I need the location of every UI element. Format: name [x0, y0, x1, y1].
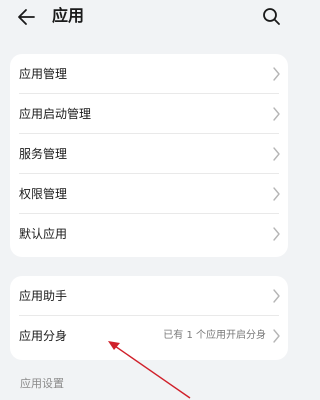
list-item-label: 应用助手 — [19, 289, 68, 303]
chevron-right-icon — [273, 329, 280, 343]
list-item-label: 应用管理 — [19, 67, 68, 81]
chevron-right-icon — [273, 289, 280, 303]
top-bar: 应用 — [0, 0, 300, 34]
list-item-app-assistant[interactable]: 应用助手 — [10, 276, 288, 316]
arrow-left-icon[interactable] — [16, 6, 38, 28]
list-item-permission-management[interactable]: 权限管理 — [10, 174, 288, 214]
search-icon[interactable] — [260, 5, 282, 27]
list-item-app-twin[interactable]: 应用分身 已有 1 个应用开启分身 — [10, 316, 288, 356]
chevron-right-icon — [273, 67, 280, 81]
chevron-right-icon — [273, 227, 280, 241]
list-item-service-management[interactable]: 服务管理 — [10, 134, 288, 174]
page-title: 应用 — [52, 6, 85, 25]
list-item-default-apps[interactable]: 默认应用 — [10, 214, 288, 254]
app-twin-status: 已有 1 个应用开启分身 — [163, 330, 266, 341]
list-item-label: 权限管理 — [19, 187, 68, 201]
list-item-label: 服务管理 — [19, 147, 68, 161]
section-header-app-settings: 应用设置 — [20, 377, 64, 390]
apps-tools-card: 应用助手 应用分身 已有 1 个应用开启分身 — [10, 276, 288, 360]
chevron-right-icon — [273, 147, 280, 161]
chevron-right-icon — [273, 107, 280, 121]
list-item-label: 默认应用 — [19, 227, 68, 241]
list-item-app-management[interactable]: 应用管理 — [10, 54, 288, 94]
chevron-right-icon — [273, 187, 280, 201]
list-item-label: 应用启动管理 — [19, 107, 92, 121]
list-item-app-launch-management[interactable]: 应用启动管理 — [10, 94, 288, 134]
apps-settings-card: 应用管理 应用启动管理 服务管理 权限管理 默认应用 — [10, 54, 288, 257]
list-item-label: 应用分身 — [19, 329, 68, 343]
